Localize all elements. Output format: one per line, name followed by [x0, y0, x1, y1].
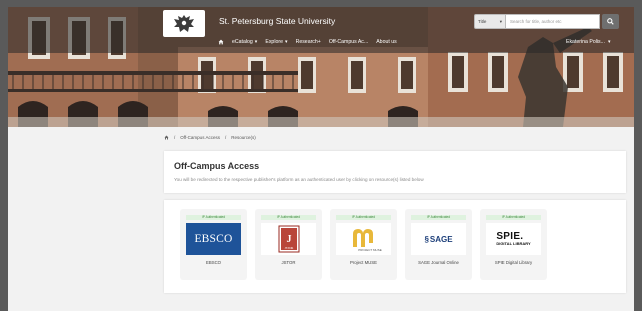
chevron-down-icon: ▾ [284, 39, 288, 45]
page-header-panel: Off-Campus Access You will be redirected… [164, 151, 626, 193]
chevron-down-icon: ▾ [499, 18, 502, 24]
ip-authenticated-badge: IP Authenticated [261, 215, 316, 220]
nav-research-label: Research+ [295, 39, 321, 45]
university-logo[interactable] [163, 10, 205, 37]
breadcrumb-off-campus[interactable]: Off-Campus Access [180, 135, 220, 140]
breadcrumb: / Off-Campus Access / Resource(s) [164, 135, 256, 140]
sage-logo-text: SAGE [429, 234, 453, 244]
chevron-down-icon: ▾ [254, 39, 258, 45]
nav-about[interactable]: About us [376, 39, 396, 45]
coat-of-arms-icon [174, 14, 194, 32]
home-icon[interactable] [164, 135, 169, 140]
resource-name: EBSCO [205, 260, 222, 265]
nav-ecatalog-label: eCatalog [232, 39, 253, 45]
nav-home[interactable] [218, 39, 224, 45]
university-name[interactable]: St. Petersburg State University [219, 16, 335, 26]
resource-card-spie[interactable]: IP Authenticated SPIE. DIGITAL LIBRARY S… [480, 209, 547, 280]
search-type-label: Title [478, 19, 487, 24]
resource-card-jstor[interactable]: IP Authenticated J JSTOR JSTOR [255, 209, 322, 280]
spie-logo: SPIE. DIGITAL LIBRARY [486, 223, 541, 255]
jstor-logo: J JSTOR [261, 223, 316, 255]
nav-explore[interactable]: Explore ▾ [265, 39, 287, 45]
chevron-down-icon: ▾ [607, 39, 611, 45]
nav-off-campus[interactable]: Off-Campus Ac... [329, 39, 368, 45]
search-icon [607, 18, 614, 25]
search-placeholder: Search for title, author etc [510, 19, 562, 24]
sage-s-icon: § [424, 234, 429, 244]
ip-authenticated-badge: IP Authenticated [336, 215, 391, 220]
user-menu[interactable]: Ekaterina Polis... ▾ [566, 39, 611, 45]
search-bar: Title ▾ Search for title, author etc [474, 14, 619, 29]
svg-text:J: J [286, 234, 291, 245]
muse-logo-text: PROJECT MUSE [358, 248, 381, 252]
breadcrumb-separator: / [174, 135, 176, 140]
breadcrumb-resources: Resource(s) [231, 135, 256, 140]
ip-authenticated-badge: IP Authenticated [186, 215, 241, 220]
jstor-logo-text: JSTOR [284, 246, 293, 250]
spie-logo-subtext: DIGITAL LIBRARY [496, 240, 531, 246]
jstor-logo-mark: J JSTOR [278, 225, 299, 253]
ip-authenticated-badge: IP Authenticated [411, 215, 466, 220]
search-button[interactable] [602, 14, 619, 29]
nav-off-campus-label: Off-Campus Ac... [328, 39, 369, 45]
nav-about-label: About us [376, 39, 397, 45]
user-name: Ekaterina Polis... [566, 39, 605, 45]
resource-card-project-muse[interactable]: IP Authenticated PROJECT MUSE Project MU… [330, 209, 397, 280]
main-nav: eCatalog ▾ Explore ▾ Research+ Off-Campu… [218, 39, 397, 45]
resources-panel: IP Authenticated EBSCO EBSCO IP Authenti… [164, 200, 626, 293]
project-muse-logo: PROJECT MUSE [336, 223, 391, 255]
hero-banner: St. Petersburg State University Title ▾ … [8, 7, 634, 127]
page-title: Off-Campus Access [174, 161, 260, 171]
ebsco-logo: EBSCO [186, 223, 241, 255]
nav-ecatalog[interactable]: eCatalog ▾ [232, 39, 257, 45]
nav-research[interactable]: Research+ [296, 39, 321, 45]
ebsco-logo-text: EBSCO [186, 223, 241, 255]
browser-viewport: St. Petersburg State University Title ▾ … [8, 7, 634, 311]
search-input[interactable]: Search for title, author etc [506, 14, 600, 29]
resource-name: SAGE Journal Online [418, 260, 459, 265]
breadcrumb-separator: / [224, 135, 227, 140]
resource-card-ebsco[interactable]: IP Authenticated EBSCO EBSCO [180, 209, 247, 280]
resource-name: JSTOR [281, 260, 296, 265]
sage-logo: § SAGE [411, 223, 466, 255]
home-icon [218, 39, 224, 45]
ip-authenticated-badge: IP Authenticated [486, 215, 541, 220]
muse-logo-mark: PROJECT MUSE [352, 229, 381, 252]
resource-name: Project MUSE [350, 260, 377, 265]
page-subtitle: You will be redirected to the respective… [174, 177, 424, 182]
nav-explore-label: Explore [265, 39, 283, 45]
resource-name: SPIE Digital Library [494, 260, 533, 265]
search-type-select[interactable]: Title ▾ [474, 14, 506, 29]
resource-card-sage[interactable]: IP Authenticated § SAGE SAGE Journal Onl… [405, 209, 472, 280]
